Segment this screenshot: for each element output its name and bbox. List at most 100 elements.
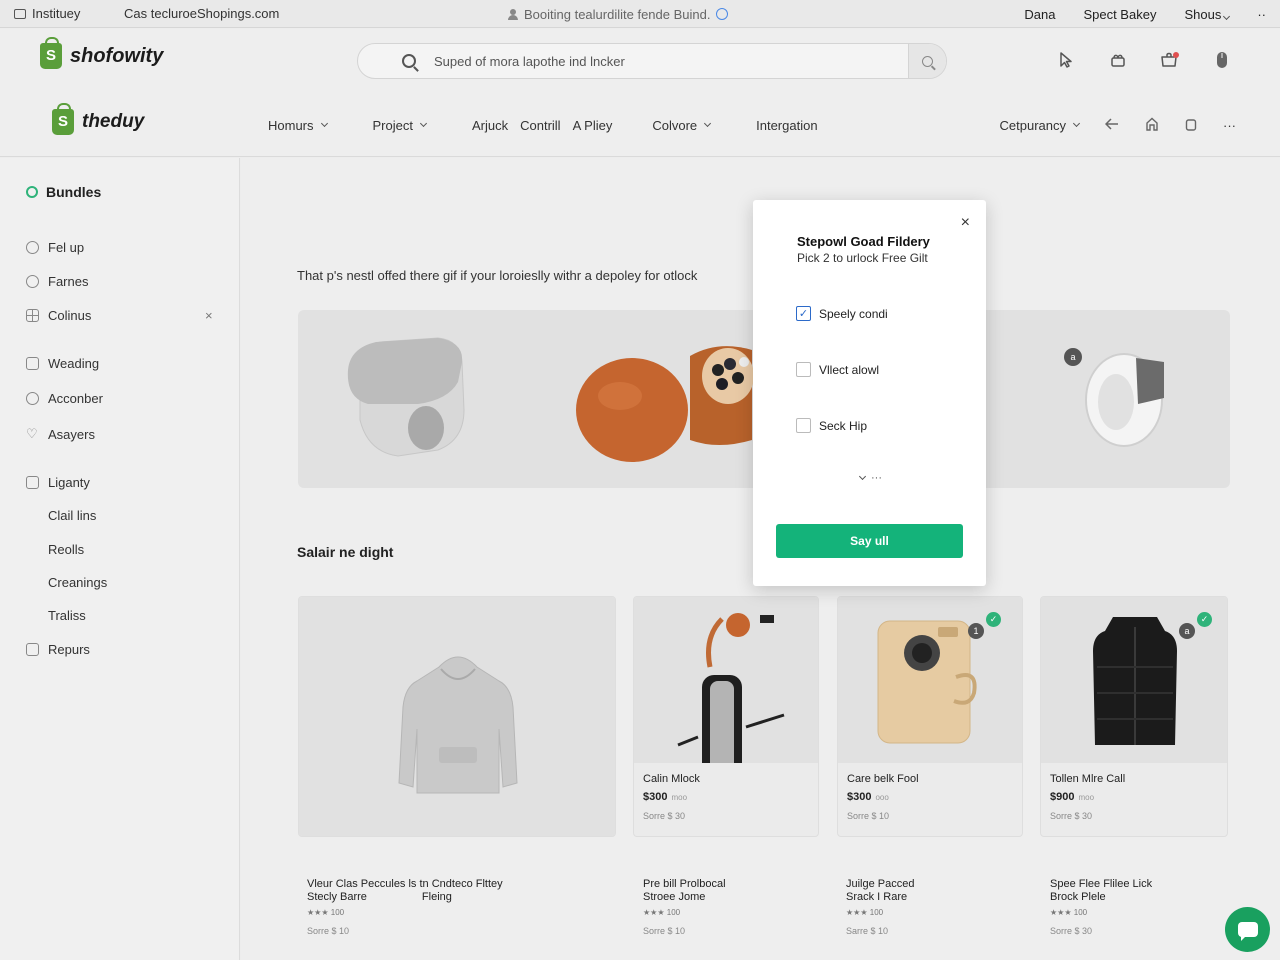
nav-item-intergation[interactable]: Intergation (756, 118, 817, 133)
product-image: 1 ✓ (838, 597, 1022, 763)
product-title: Care belk Fool (847, 773, 919, 785)
search-button[interactable] (908, 44, 946, 78)
sidebar-item-acconber[interactable]: Acconber (26, 391, 103, 406)
sidebar-item-traliss[interactable]: Traliss (48, 608, 86, 623)
topbar-item-2-label: Shous (1184, 6, 1222, 22)
nav-label: Colvore (652, 117, 698, 133)
product-image: a ✓ (1041, 597, 1227, 763)
mouse-icon[interactable] (1212, 49, 1232, 71)
list-item-meta: Sarre $ 10 (846, 926, 889, 936)
sidebar-item-reolls[interactable]: Reolls (48, 542, 84, 557)
nav-item-homurs[interactable]: Homurs (268, 117, 328, 133)
chevron-down-icon (858, 472, 867, 481)
topbar-item-1[interactable]: Spect Bakey (1083, 7, 1156, 22)
more-icon[interactable]: ·· (1257, 7, 1266, 22)
app-menu[interactable]: Instituey (0, 6, 124, 21)
sidebar-item-clail-lins[interactable]: Clail lins (48, 508, 96, 523)
sidebar-item-repurs[interactable]: Repurs (26, 642, 90, 657)
header-nav: theduy Homurs Project Arjuck Contrill A … (0, 93, 1280, 157)
list-item[interactable]: Juilge Pacced Srack I Rare ★★★ 100 Sarre… (846, 878, 1016, 938)
product-price: $900 moo (1050, 791, 1094, 803)
sidebar-item-asayers[interactable]: ♡ Asayers (26, 426, 95, 442)
product-card[interactable]: Calin Mlock $300 moo Sorre $ 30 (633, 596, 819, 837)
select-all-button[interactable]: Say ull (776, 524, 963, 558)
list-item-title: Vleur Clas Peccules ls tn Cndteco Flttey (307, 878, 503, 890)
topbar-item-2[interactable]: Shous (1184, 6, 1231, 22)
price-value: $300 (643, 791, 668, 803)
info-icon[interactable] (716, 8, 729, 20)
heart-icon: ♡ (26, 426, 38, 441)
more-icon[interactable]: ··· (1223, 118, 1236, 133)
product-price: $300 ooo (847, 791, 889, 803)
clipboard-icon (26, 476, 39, 489)
list-item-title: Pre bill Prolbocal (643, 878, 726, 890)
gift-option-1[interactable]: Vllect alowl (796, 362, 879, 377)
logo-primary[interactable]: shofowity (40, 37, 163, 69)
tab-title: Booiting tealurdilite fende Buind. (508, 0, 729, 28)
logo-secondary[interactable]: theduy (52, 103, 144, 135)
sidebar-item-colinus[interactable]: Colinus (26, 308, 91, 323)
case-product-image (576, 346, 754, 462)
sidebar-item-liganty[interactable]: Liganty (26, 475, 90, 490)
sidebar-title[interactable]: Bundles (26, 184, 101, 200)
rating-stars: ★★★ 100 (846, 908, 884, 917)
gift-option-0[interactable]: ✓ Speely condi (796, 306, 888, 321)
sidebar-item-fel-up[interactable]: Fel up (26, 240, 84, 255)
list-item[interactable]: Vleur Clas Peccules ls tn Cndteco Flttey… (307, 878, 567, 938)
product-badge: a (1179, 623, 1195, 639)
clock-icon (26, 275, 39, 288)
bag-icon[interactable] (1185, 117, 1197, 134)
topbar-right: Dana Spect Bakey Shous ·· (1024, 0, 1266, 28)
back-arrow-icon[interactable] (1104, 117, 1119, 133)
nav-item-colvore[interactable]: Colvore (652, 117, 712, 133)
topbar-item-0[interactable]: Dana (1024, 7, 1055, 22)
sidebar-item-label: Asayers (48, 426, 95, 442)
checkbox[interactable] (796, 418, 811, 433)
sidebar-item-weading[interactable]: Weading (26, 356, 99, 371)
close-icon[interactable]: × (961, 214, 970, 232)
price-note: ooo (875, 793, 889, 802)
sidebar: Bundles Fel up Farnes Colinus × Weading … (0, 158, 240, 960)
product-badge: 1 (968, 623, 984, 639)
nav-item-arjuck[interactable]: Arjuck (472, 118, 508, 133)
list-item[interactable]: Spee Flee Flilee Lick Brock Plele ★★★ 10… (1050, 878, 1220, 938)
home-icon[interactable] (1145, 117, 1159, 134)
nav-item-apliey[interactable]: A Pliey (573, 118, 613, 133)
modal-title: Stepowl Goad Fildery (797, 234, 930, 249)
sidebar-item-label: Liganty (48, 475, 90, 490)
list-item-subtitle: Srack I Rare (846, 891, 908, 903)
sidebar-item-farnes[interactable]: Farnes (26, 274, 88, 289)
gift-option-2[interactable]: Seck Hip (796, 418, 867, 433)
nav-label: Project (372, 117, 413, 133)
sidebar-item-creanings[interactable]: Creanings (48, 575, 107, 590)
nav-item-project[interactable]: Project (372, 117, 428, 133)
nav-item-contrill[interactable]: Contrill (520, 118, 560, 133)
chevron-down-icon (1072, 119, 1081, 128)
cube-product-image (347, 337, 465, 457)
hoodie-image (398, 656, 518, 794)
show-more[interactable]: ··· (857, 472, 882, 484)
currency-select[interactable]: Cetpurancy (1000, 118, 1081, 133)
gift-icon[interactable] (1108, 49, 1128, 71)
search-bar (357, 43, 947, 79)
chat-button[interactable] (1225, 907, 1270, 952)
url-text[interactable]: Cas tecluroeShopings.com (124, 6, 279, 21)
cart-icon[interactable] (1160, 49, 1180, 71)
checkbox-checked[interactable]: ✓ (796, 306, 811, 321)
sidebar-title-text: Bundles (46, 184, 102, 200)
search-icon (402, 54, 416, 68)
close-icon[interactable]: × (205, 308, 213, 323)
product-card[interactable]: 1 ✓ Care belk Fool $300 ooo Sorre $ 10 (837, 596, 1023, 837)
person-icon (26, 241, 39, 254)
list-item-title: Spee Flee Flilee Lick (1050, 878, 1153, 890)
checkbox[interactable] (796, 362, 811, 377)
sidebar-item-label: Clail lins (48, 508, 97, 523)
product-card[interactable] (298, 596, 616, 837)
cursor-icon[interactable] (1056, 49, 1076, 71)
search-input[interactable] (434, 53, 854, 69)
chevron-down-icon (1223, 12, 1231, 20)
list-item[interactable]: Pre bill Prolbocal Stroee Jome ★★★ 100 S… (643, 878, 813, 938)
sidebar-item-label: Repurs (48, 642, 90, 657)
nav-label: Homurs (268, 117, 314, 133)
product-card[interactable]: a ✓ Tollen Mlre Call $900 moo Sorre $ 30 (1040, 596, 1228, 837)
